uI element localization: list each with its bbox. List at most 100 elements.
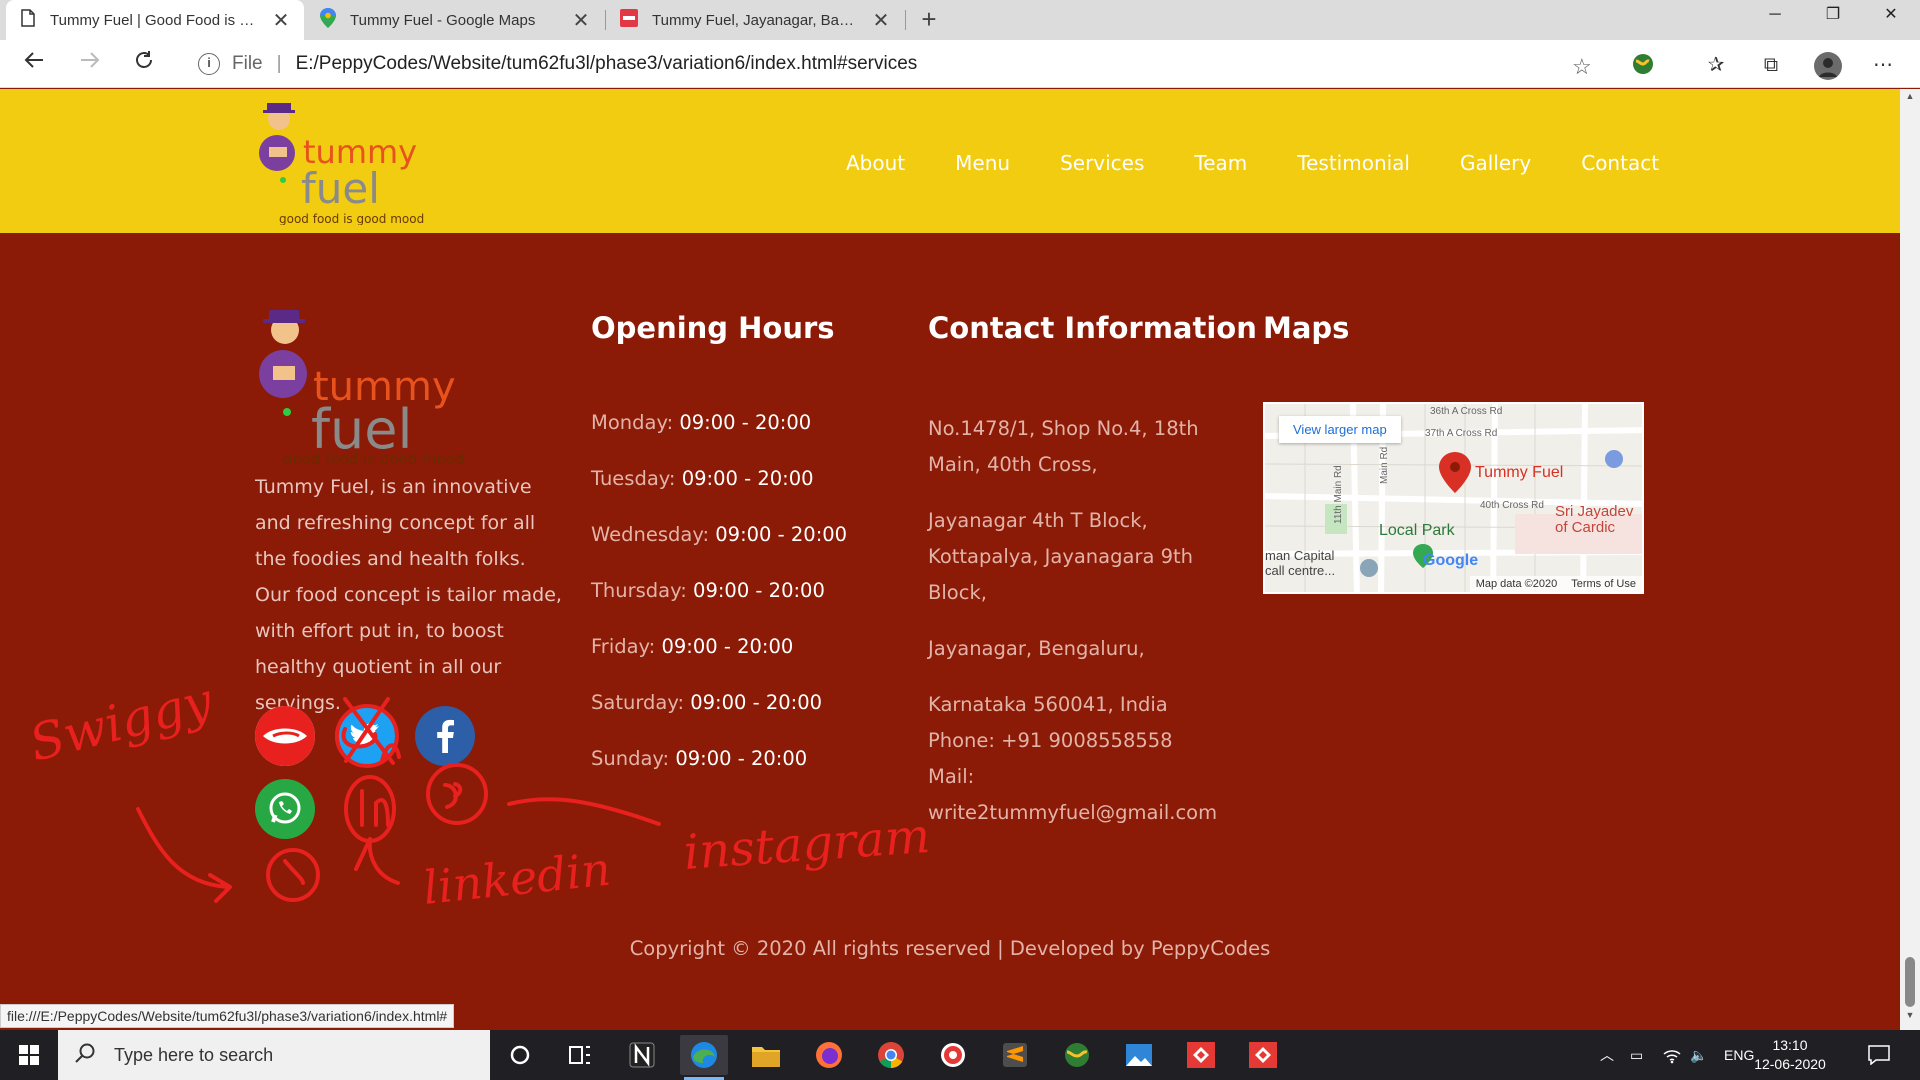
url-text: E:/PeppyCodes/Website/tum62fu3l/phase3/v… — [295, 53, 918, 74]
annotation-instagram: instagram — [682, 808, 932, 881]
taskbar-search-box[interactable]: Type here to search — [58, 1030, 490, 1080]
zomato-icon — [620, 9, 638, 31]
address-bar-row: i File | E:/PeppyCodes/Website/tum62fu3l… — [0, 40, 1920, 88]
clock-date: 12-06-2020 — [1754, 1056, 1826, 1072]
site-logo[interactable]: tummy fuel good food is good mood — [255, 99, 445, 226]
forward-arrow-icon[interactable] — [74, 48, 106, 80]
nav-contact[interactable]: Contact — [1581, 151, 1659, 175]
swiggy-arrow — [136, 807, 232, 903]
new-tab-button[interactable]: + — [914, 4, 944, 34]
twitter-icon[interactable] — [335, 706, 395, 766]
scroll-thumb[interactable] — [1905, 957, 1915, 1007]
search-placeholder: Type here to search — [114, 1044, 274, 1065]
annotation-linkedin: linkedin — [421, 842, 614, 915]
screen-recorder-icon[interactable] — [929, 1035, 977, 1075]
map-street-label: 11th Main Rd — [1333, 465, 1344, 524]
swiggy-icon[interactable] — [255, 706, 315, 766]
favorite-star-icon[interactable]: ☆ — [1572, 54, 1592, 80]
extension-globe-icon[interactable] — [1630, 52, 1656, 78]
facebook-icon[interactable] — [415, 706, 475, 766]
phone-number: Phone: +91 9008558558 — [928, 729, 1173, 752]
google-map-embed[interactable]: View larger map 36th A Cross Rd 37th A C… — [1263, 402, 1644, 594]
mail-address[interactable]: write2tummyfuel@gmail.com — [928, 795, 1228, 831]
page-scrollbar[interactable]: ▲ ▼ — [1900, 89, 1920, 1030]
nav-team[interactable]: Team — [1194, 151, 1247, 175]
windows-start-button[interactable] — [0, 1030, 58, 1080]
mail-label: Mail: — [928, 765, 975, 788]
nav-testimonial[interactable]: Testimonial — [1297, 151, 1410, 175]
close-icon[interactable]: ✕ — [272, 8, 290, 33]
hours-row-thursday: Thursday: 09:00 - 20:00 — [591, 579, 825, 602]
notion-app-icon[interactable] — [618, 1035, 666, 1075]
site-header: tummy fuel good food is good mood About … — [0, 89, 1900, 233]
close-icon[interactable]: ✕ — [872, 8, 890, 33]
contact-info: No.1478/1, Shop No.4, 18th Main, 40th Cr… — [928, 411, 1228, 831]
tab-title: Tummy Fuel | Good Food is Good Mood — [50, 11, 262, 29]
back-arrow-icon[interactable] — [18, 48, 50, 80]
annotation-swiggy: Swiggy — [24, 671, 219, 772]
battery-icon[interactable]: ▭ — [1630, 1030, 1643, 1080]
map-hospital-label: Sri Jayadev of Cardic — [1555, 503, 1634, 536]
footer-logo: tummy fuel good food is good mood — [253, 304, 505, 468]
sublime-text-icon[interactable] — [991, 1035, 1039, 1075]
map-street-label: 37th A Cross Rd — [1425, 428, 1498, 439]
restore-button[interactable]: ❐ — [1804, 0, 1862, 32]
about-text: Tummy Fuel, is an innovative and refresh… — [255, 476, 562, 714]
favorites-list-icon[interactable]: ✰ — [1703, 52, 1729, 78]
maps-title: Maps — [1263, 311, 1350, 345]
refresh-icon[interactable] — [128, 48, 160, 80]
hours-row-saturday: Saturday: 09:00 - 20:00 — [591, 691, 823, 714]
chrome-icon[interactable] — [867, 1035, 915, 1075]
volume-icon[interactable]: 🔈 — [1690, 1030, 1707, 1080]
address-line-2: Jayanagar 4th T Block, Kottapalya, Jayan… — [928, 509, 1194, 604]
nav-about[interactable]: About — [846, 151, 905, 175]
close-icon[interactable]: ✕ — [572, 8, 590, 33]
logo-tagline: good food is good mood — [283, 450, 465, 464]
tab-google-maps[interactable]: Tummy Fuel - Google Maps ✕ — [306, 0, 604, 40]
view-larger-map-link[interactable]: View larger map — [1279, 416, 1401, 443]
map-place-label: man Capital call centre... — [1265, 548, 1336, 578]
wifi-icon[interactable] — [1662, 1030, 1682, 1080]
file-explorer-icon[interactable] — [742, 1035, 790, 1075]
info-icon[interactable]: i — [198, 53, 220, 75]
tray-chevron-icon[interactable]: ︿ — [1600, 1030, 1614, 1080]
whatsapp-icon[interactable] — [255, 779, 315, 839]
map-terms-link[interactable]: Terms of Use — [1571, 578, 1636, 590]
address-line-1: No.1478/1, Shop No.4, 18th Main, 40th Cr… — [928, 417, 1199, 476]
contact-title: Contact Information — [928, 311, 1257, 345]
nav-services[interactable]: Services — [1060, 151, 1144, 175]
profile-avatar[interactable] — [1814, 52, 1842, 80]
task-view-icon[interactable] — [556, 1035, 604, 1075]
more-menu-icon[interactable]: ⋯ — [1870, 52, 1896, 78]
edge-browser-icon[interactable] — [680, 1035, 728, 1080]
nav-gallery[interactable]: Gallery — [1460, 151, 1531, 175]
anydesk-icon[interactable] — [1239, 1035, 1287, 1075]
tab-tummy-fuel-site[interactable]: Tummy Fuel | Good Food is Good Mood ✕ — [6, 0, 304, 40]
photos-app-icon[interactable] — [1115, 1035, 1163, 1075]
url-field[interactable]: i File | E:/PeppyCodes/Website/tum62fu3l… — [180, 47, 1590, 81]
globe-app-icon[interactable] — [1053, 1035, 1101, 1075]
linkedin-placeholder-circle — [344, 775, 396, 843]
copyright-text: Copyright © 2020 All rights reserved | D… — [629, 937, 1271, 960]
windows-taskbar: Type here to search ︿ ▭ 🔈 ENG 13:10 12-0… — [0, 1030, 1920, 1080]
map-attribution: Map data ©2020 Terms of Use — [1469, 576, 1642, 592]
hours-row-monday: Monday: 09:00 - 20:00 — [591, 411, 812, 434]
notification-center-icon[interactable] — [1868, 1030, 1890, 1080]
minimize-button[interactable]: ─ — [1746, 0, 1804, 32]
main-nav: About Menu Services Team Testimonial Gal… — [846, 151, 1709, 175]
collections-icon[interactable]: ⧉ — [1758, 52, 1784, 78]
tab-zomato[interactable]: Tummy Fuel, Jayanagar, Bangalore ✕ — [606, 0, 904, 40]
scroll-down-arrow-icon[interactable]: ▼ — [1900, 1010, 1920, 1028]
clock-time: 13:10 — [1772, 1037, 1808, 1053]
status-bar-url: file:///E:/PeppyCodes/Website/tum62fu3l/… — [0, 1004, 455, 1028]
anydesk-icon[interactable] — [1177, 1035, 1225, 1075]
cortana-icon[interactable] — [496, 1035, 544, 1075]
tab-separator — [905, 10, 906, 30]
scroll-up-arrow-icon[interactable]: ▲ — [1900, 91, 1920, 109]
firefox-icon[interactable] — [805, 1035, 853, 1075]
close-window-button[interactable]: ✕ — [1862, 0, 1920, 32]
system-clock[interactable]: 13:10 12-06-2020 — [1750, 1036, 1830, 1074]
address-line-3: Jayanagar, Bengaluru, — [928, 637, 1145, 660]
zomato-placeholder-circle — [266, 848, 320, 902]
nav-menu[interactable]: Menu — [955, 151, 1010, 175]
